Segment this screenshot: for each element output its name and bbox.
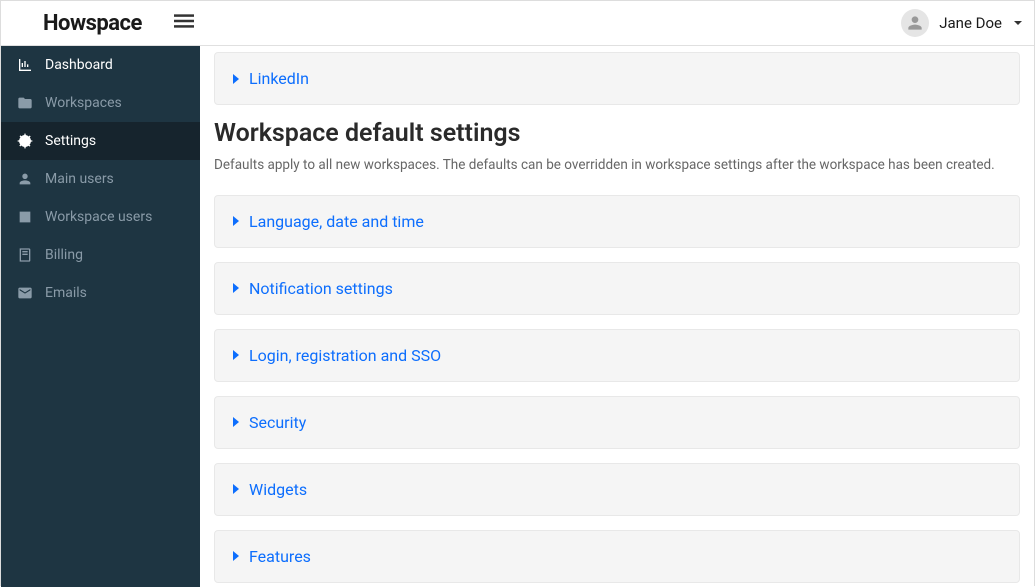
caret-right-icon xyxy=(233,283,239,293)
sidebar-item-label: Workspace users xyxy=(45,209,152,225)
app-header: Howspace Jane Doe xyxy=(1,1,1034,46)
caret-right-icon xyxy=(233,350,239,360)
sidebar-item-label: Emails xyxy=(45,285,87,301)
accordion-label: Security xyxy=(249,413,306,432)
sidebar-item-billing[interactable]: Billing xyxy=(1,236,200,274)
sidebar-item-label: Dashboard xyxy=(45,57,113,73)
caret-right-icon xyxy=(233,216,239,226)
folder-icon xyxy=(17,95,33,111)
sidebar-item-workspaces[interactable]: Workspaces xyxy=(1,84,200,122)
accordion-login-sso[interactable]: Login, registration and SSO xyxy=(214,329,1020,382)
sidebar-item-label: Settings xyxy=(45,133,96,149)
accordion-label: Notification settings xyxy=(249,279,393,298)
caret-right-icon xyxy=(233,484,239,494)
accordion-language[interactable]: Language, date and time xyxy=(214,195,1020,248)
accordion-linkedin[interactable]: LinkedIn xyxy=(214,52,1020,105)
accordion-label: Login, registration and SSO xyxy=(249,346,441,365)
accordion-features[interactable]: Features xyxy=(214,530,1020,583)
section-subtext: Defaults apply to all new workspaces. Th… xyxy=(214,156,1020,175)
accordion-label: Features xyxy=(249,547,311,566)
sidebar-item-emails[interactable]: Emails xyxy=(1,274,200,312)
user-menu[interactable]: Jane Doe xyxy=(901,9,1022,37)
book-icon xyxy=(17,247,33,263)
accordion-label: Widgets xyxy=(249,480,307,499)
sidebar-item-main-users[interactable]: Main users xyxy=(1,160,200,198)
avatar-icon xyxy=(901,9,929,37)
chart-icon xyxy=(17,57,33,73)
sidebar-item-dashboard[interactable]: Dashboard xyxy=(1,46,200,84)
sidebar-item-label: Billing xyxy=(45,247,83,263)
gears-icon xyxy=(17,133,33,149)
username-label: Jane Doe xyxy=(939,14,1002,32)
section-heading: Workspace default settings xyxy=(214,119,1020,148)
caret-right-icon xyxy=(233,551,239,561)
caret-right-icon xyxy=(233,74,239,84)
chevron-down-icon xyxy=(1014,21,1022,25)
hamburger-menu-icon[interactable] xyxy=(174,11,194,36)
sidebar-item-settings[interactable]: Settings xyxy=(1,122,200,160)
user-icon xyxy=(17,171,33,187)
accordion-label: Language, date and time xyxy=(249,212,424,231)
envelope-icon xyxy=(17,285,33,301)
main-content: LinkedIn Workspace default settings Defa… xyxy=(200,46,1034,587)
accordion-widgets[interactable]: Widgets xyxy=(214,463,1020,516)
address-icon xyxy=(17,209,33,225)
accordion-label: LinkedIn xyxy=(249,69,309,88)
sidebar-item-label: Workspaces xyxy=(45,95,122,111)
accordion-security[interactable]: Security xyxy=(214,396,1020,449)
accordion-notifications[interactable]: Notification settings xyxy=(214,262,1020,315)
sidebar-item-label: Main users xyxy=(45,171,114,187)
caret-right-icon xyxy=(233,417,239,427)
sidebar: Dashboard Workspaces Settings Main users… xyxy=(1,46,200,587)
logo: Howspace xyxy=(13,11,162,36)
sidebar-item-workspace-users[interactable]: Workspace users xyxy=(1,198,200,236)
